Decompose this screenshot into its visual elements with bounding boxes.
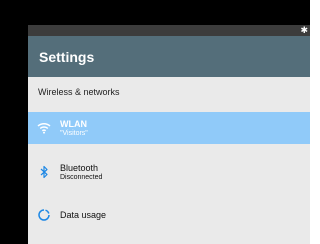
settings-item-wlan[interactable]: WLAN "Visitors" bbox=[28, 112, 310, 144]
wlan-status: "Visitors" bbox=[60, 130, 88, 137]
screen-bezel-left bbox=[0, 0, 28, 244]
section-header-wireless: Wireless & networks bbox=[38, 87, 120, 97]
bluetooth-status: Disconnected bbox=[60, 174, 103, 181]
bluetooth-title: Bluetooth bbox=[60, 163, 99, 173]
settings-item-bluetooth[interactable]: Bluetooth Disconnected bbox=[28, 156, 310, 188]
settings-list: Wireless & networks WLAN "Visitors" Blue… bbox=[28, 77, 310, 244]
data-usage-icon bbox=[28, 208, 60, 222]
status-bar: ✱ bbox=[28, 25, 310, 36]
settings-item-data-usage[interactable]: Data usage bbox=[28, 199, 310, 231]
wlan-title: WLAN bbox=[60, 119, 87, 129]
app-bar: Settings bbox=[28, 36, 310, 77]
page-title: Settings bbox=[39, 48, 95, 65]
wifi-icon bbox=[28, 122, 60, 134]
bluetooth-icon bbox=[28, 165, 60, 179]
data-usage-title: Data usage bbox=[60, 210, 107, 220]
bluetooth-status-icon: ✱ bbox=[300, 25, 308, 35]
